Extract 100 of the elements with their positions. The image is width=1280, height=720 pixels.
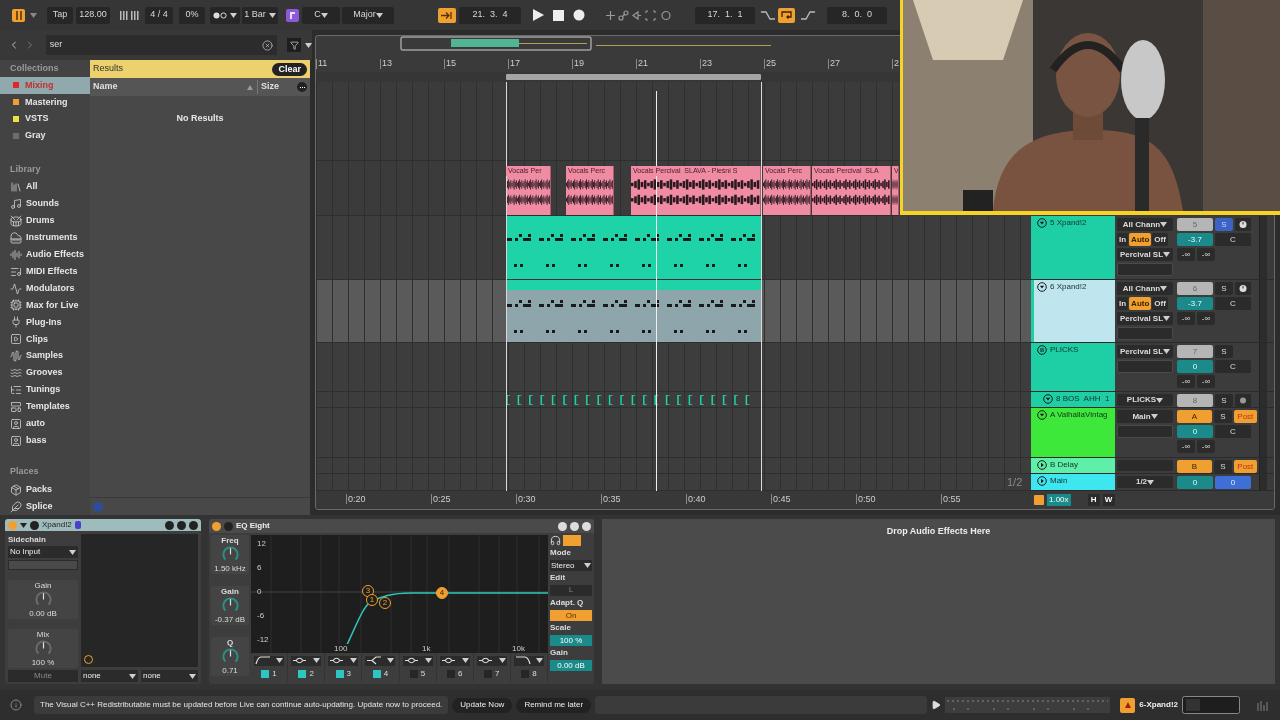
band-handle[interactable]: 2: [379, 597, 391, 609]
edit-tools-icon[interactable]: [605, 9, 671, 21]
browser-item[interactable]: Samples: [0, 347, 90, 365]
record-icon[interactable]: [573, 9, 585, 21]
nudge-icon[interactable]: [120, 10, 140, 20]
clear-search-icon[interactable]: [262, 39, 274, 51]
filter-type-dropdown[interactable]: [291, 655, 322, 666]
band-toggle[interactable]: [261, 669, 270, 678]
midi-clip[interactable]: [506, 216, 761, 279]
track-header[interactable]: PLICKS: [1034, 343, 1115, 391]
punch-in-icon[interactable]: [761, 10, 775, 20]
track-header[interactable]: B Delay: [1034, 458, 1115, 473]
track-header[interactable]: 6 Xpand!2: [1034, 280, 1115, 342]
browser-item[interactable]: Packs: [0, 481, 90, 499]
solo-button[interactable]: S: [1214, 410, 1232, 423]
stop-icon[interactable]: [553, 9, 564, 21]
filter-type-dropdown[interactable]: [254, 655, 285, 666]
volume-field[interactable]: 0: [1177, 360, 1213, 373]
band-toggle[interactable]: [298, 669, 307, 678]
output-dropdown[interactable]: PLICKS: [1117, 394, 1173, 406]
browser-item[interactable]: Clips: [0, 330, 90, 348]
solo-button[interactable]: S: [1214, 460, 1232, 473]
position-field[interactable]: 21. 3. 4: [459, 6, 521, 24]
band-handle[interactable]: 1: [366, 594, 378, 606]
volume-field[interactable]: -3.7: [1177, 233, 1213, 246]
collapse-icon[interactable]: [1037, 282, 1047, 292]
filter-button[interactable]: [287, 38, 301, 52]
browser-item[interactable]: MIDI Effects: [0, 263, 90, 281]
warning-button[interactable]: [1120, 697, 1136, 713]
view-button[interactable]: W: [1102, 494, 1115, 506]
monitor-button[interactable]: Off: [1152, 297, 1168, 310]
filter-type-dropdown[interactable]: [328, 655, 359, 666]
browser-item[interactable]: auto: [0, 415, 90, 433]
input-dropdown[interactable]: All Chann: [1117, 282, 1173, 295]
clear-button[interactable]: Clear: [272, 62, 307, 76]
filter-type-dropdown[interactable]: [476, 655, 507, 666]
solo-button[interactable]: S: [1215, 282, 1233, 295]
browser-item[interactable]: bass: [0, 432, 90, 450]
remind-later-button[interactable]: Remind me later: [516, 697, 592, 713]
pan-field[interactable]: C: [1215, 360, 1251, 373]
browser-item[interactable]: Sounds: [0, 195, 90, 213]
browser-item[interactable]: Grooves: [0, 364, 90, 382]
browser-item[interactable]: Modulators: [0, 280, 90, 297]
collection-item[interactable]: Mastering: [0, 93, 90, 111]
sidechain-dropdown[interactable]: No Input: [8, 546, 78, 558]
track-header[interactable]: A ValhallaVintag: [1034, 408, 1115, 457]
volume-field[interactable]: 0: [1177, 425, 1213, 438]
monitor-button[interactable]: In: [1117, 233, 1129, 246]
collection-item[interactable]: VSTS: [0, 110, 90, 128]
punch-out-icon[interactable]: [801, 10, 815, 20]
monitor-button[interactable]: Auto: [1129, 233, 1152, 246]
gain-field[interactable]: 0.00 dB: [550, 660, 592, 671]
midi-clip[interactable]: [506, 280, 761, 342]
browser-item[interactable]: Plug-Ins: [0, 313, 90, 331]
power-button[interactable]: [212, 521, 221, 531]
filter-type-dropdown[interactable]: [402, 655, 433, 666]
mode-dropdown[interactable]: Stereo: [550, 560, 592, 571]
loop-start-field[interactable]: 17. 1. 1: [695, 6, 755, 24]
play-icon[interactable]: [533, 9, 544, 21]
collapse-icon[interactable]: [1037, 410, 1047, 420]
time-signature-field[interactable]: 4 / 4: [145, 6, 173, 24]
browser-item[interactable]: Tunings: [0, 381, 90, 399]
group-icon[interactable]: [1037, 345, 1047, 355]
column-header[interactable]: Name: [93, 80, 247, 94]
filter-type-dropdown[interactable]: [365, 655, 396, 666]
solo-button[interactable]: S: [1215, 218, 1233, 231]
solo-button[interactable]: S: [1215, 394, 1233, 407]
output-dropdown[interactable]: 1/2: [1117, 476, 1173, 488]
track-number[interactable]: B: [1177, 460, 1213, 473]
play-icon[interactable]: [931, 700, 942, 710]
update-now-button[interactable]: Update Now: [452, 697, 513, 713]
browser-item[interactable]: Templates: [0, 398, 90, 416]
headphones-icon[interactable]: [550, 535, 561, 546]
zoom-field[interactable]: 1.00x: [1047, 494, 1071, 506]
collapse-icon[interactable]: [1043, 394, 1053, 404]
track-header[interactable]: Main: [1034, 474, 1115, 490]
loop-length-field[interactable]: 8. 0. 0: [827, 6, 887, 24]
collapse-icon[interactable]: [1037, 218, 1047, 228]
browser-item[interactable]: All: [0, 178, 90, 196]
pan-field[interactable]: C: [1215, 425, 1251, 438]
tap-button[interactable]: Tap: [47, 6, 73, 24]
adaptive-q-button[interactable]: On: [550, 610, 592, 621]
quantize-dropdown[interactable]: 1 Bar: [242, 6, 278, 24]
search-field[interactable]: ser: [45, 35, 278, 55]
view-toggle-button[interactable]: [12, 8, 25, 22]
band-handle[interactable]: 3: [362, 585, 374, 597]
filter-type-dropdown[interactable]: [513, 655, 544, 666]
arm-icon[interactable]: [1235, 394, 1251, 407]
solo-button[interactable]: S: [1215, 345, 1233, 358]
info-icon[interactable]: [10, 699, 22, 711]
output-dropdown[interactable]: Percival SL: [1117, 312, 1173, 325]
monitor-button[interactable]: Off: [1152, 233, 1168, 246]
track-header[interactable]: 8 BOS AHH 1: [1040, 392, 1115, 407]
monitor-button[interactable]: In: [1117, 297, 1129, 310]
browser-item[interactable]: Audio Effects: [0, 246, 90, 264]
groove-field[interactable]: 0%: [179, 6, 205, 24]
column-header[interactable]: Size: [257, 80, 297, 94]
browser-item[interactable]: Instruments: [0, 229, 90, 247]
follow-button[interactable]: [438, 7, 456, 23]
scale-dropdown[interactable]: Major: [342, 6, 394, 24]
